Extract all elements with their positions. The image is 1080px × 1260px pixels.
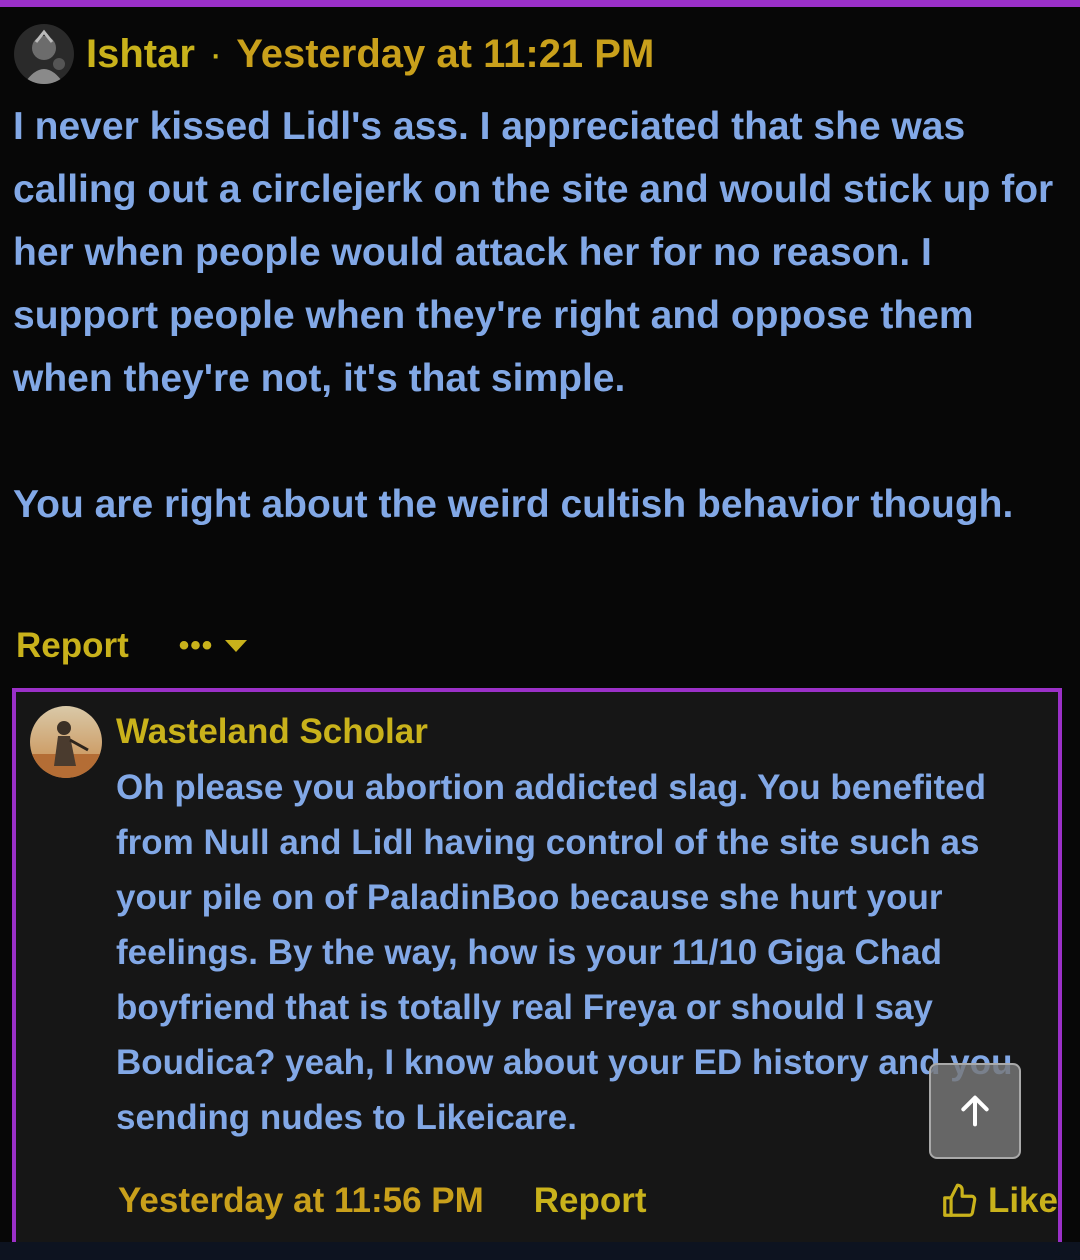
avatar[interactable] bbox=[30, 706, 102, 778]
avatar[interactable] bbox=[14, 24, 74, 84]
header-separator: · bbox=[208, 31, 223, 76]
reply-footer: Yesterday at 11:56 PM Report Like bbox=[118, 1176, 1058, 1226]
reply-report-link[interactable]: Report bbox=[534, 1181, 647, 1221]
scroll-to-top-button[interactable] bbox=[929, 1063, 1021, 1159]
post-author[interactable]: Ishtar bbox=[86, 32, 195, 77]
thumbs-up-icon bbox=[943, 1183, 977, 1217]
post-paragraph: You are right about the weird cultish be… bbox=[13, 483, 1014, 526]
report-link[interactable]: Report bbox=[16, 626, 129, 666]
ellipsis-icon: ••• bbox=[178, 629, 214, 662]
arrow-up-icon bbox=[961, 1095, 989, 1127]
bottom-bar bbox=[0, 1242, 1080, 1260]
reply-author[interactable]: Wasteland Scholar bbox=[116, 712, 428, 752]
reply-body: Oh please you abortion addicted slag. Yo… bbox=[116, 768, 1013, 1137]
reply-timestamp[interactable]: Yesterday at 11:56 PM bbox=[118, 1181, 484, 1221]
like-label: Like bbox=[987, 1181, 1058, 1220]
post-timestamp[interactable]: Yesterday at 11:21 PM bbox=[236, 32, 654, 77]
more-options-button[interactable]: ••• bbox=[179, 629, 248, 663]
post-paragraph: I never kissed Lidl's ass. I appreciated… bbox=[13, 105, 1054, 400]
like-button[interactable]: Like bbox=[940, 1181, 1058, 1221]
caret-down-icon bbox=[225, 640, 248, 652]
quoted-reply: Wasteland Scholar Oh please you abortion… bbox=[12, 688, 1062, 1260]
thread-page: Ishtar · Yesterday at 11:21 PM I never k… bbox=[0, 0, 1080, 1260]
post-header: Ishtar · Yesterday at 11:21 PM bbox=[14, 24, 654, 84]
post-divider bbox=[0, 0, 1080, 7]
post-body: I never kissed Lidl's ass. I appreciated… bbox=[13, 95, 1073, 536]
post-actions: Report ••• bbox=[16, 622, 248, 670]
